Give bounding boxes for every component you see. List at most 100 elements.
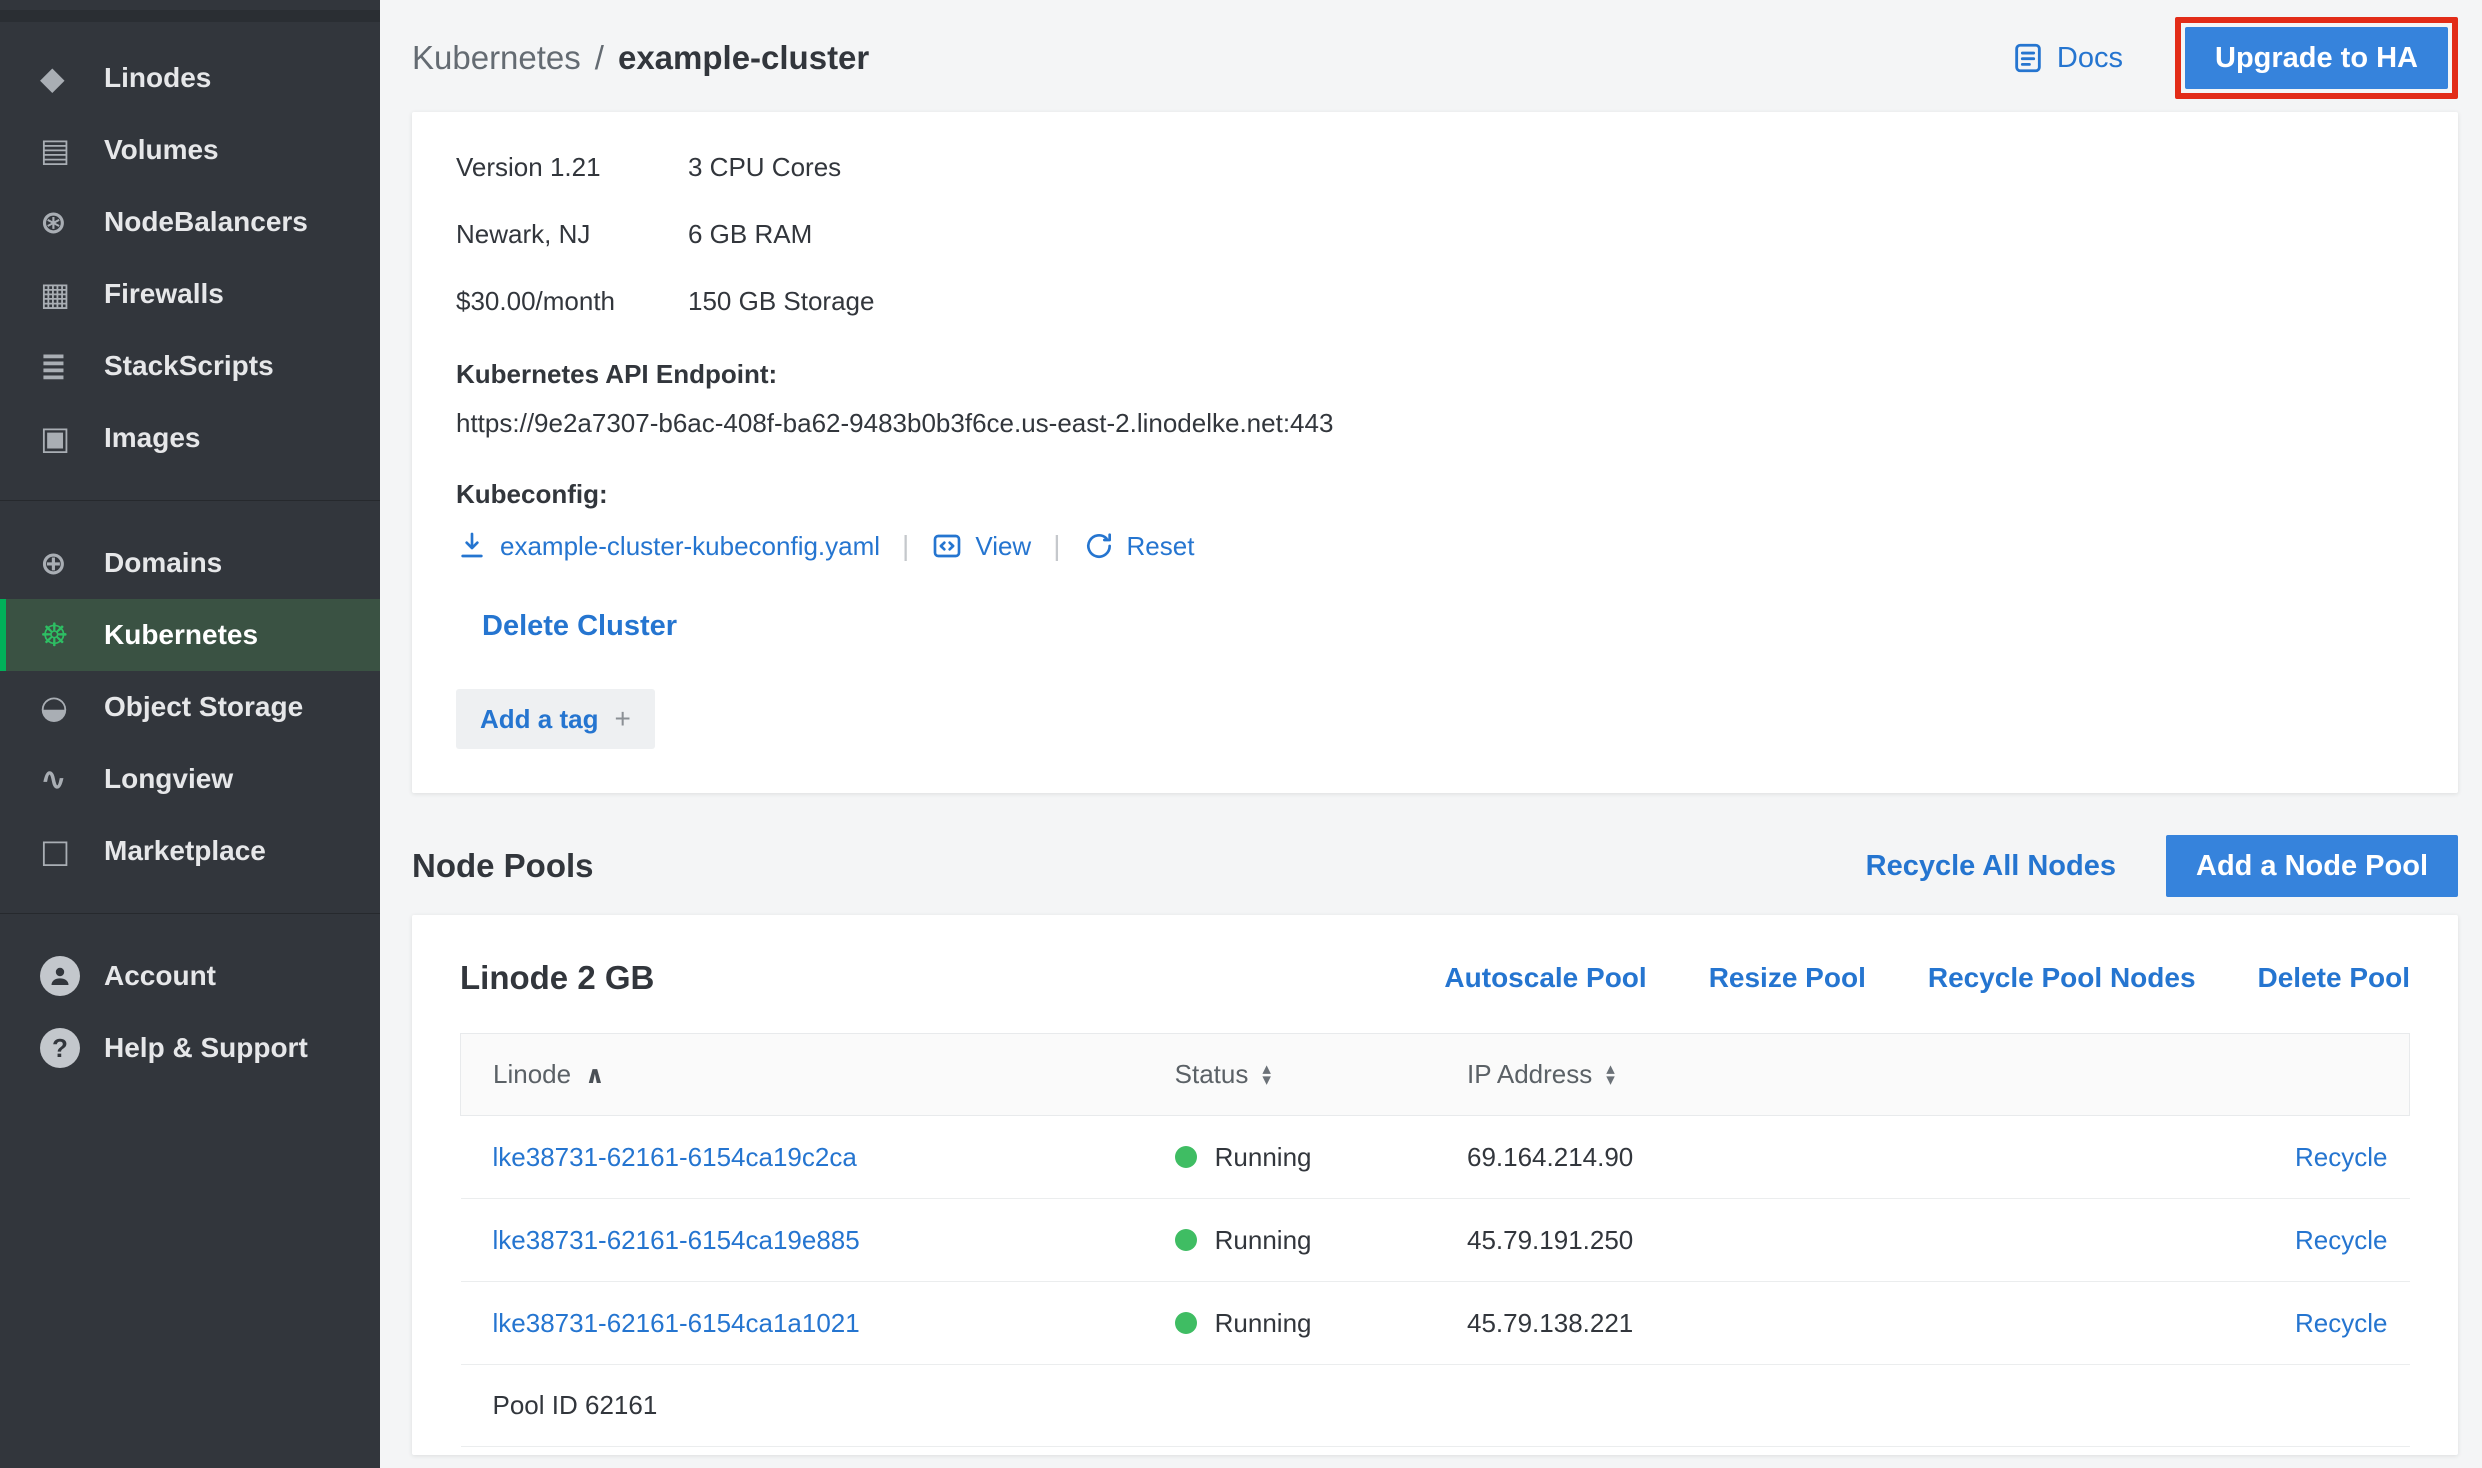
sidebar-divider — [0, 913, 380, 914]
delete-cluster-button[interactable]: Delete Cluster — [482, 610, 677, 643]
reset-icon — [1083, 530, 1115, 562]
pool-title: Linode 2 GB — [460, 959, 654, 997]
sidebar-item-domains[interactable]: ⊕ Domains — [0, 527, 380, 599]
status-label: Running — [1215, 1308, 1312, 1339]
sidebar-item-nodebalancers[interactable]: ⊛ NodeBalancers — [0, 186, 380, 258]
delete-pool-link[interactable]: Delete Pool — [2258, 962, 2410, 994]
sidebar-top-strip — [0, 10, 380, 22]
ip-address: 45.79.191.250 — [1435, 1199, 1922, 1282]
sidebar-item-label: Domains — [104, 547, 222, 579]
status-running-dot — [1175, 1312, 1197, 1334]
kubeconfig-view-link[interactable]: View — [931, 530, 1031, 562]
status-cell: Running — [1175, 1116, 1435, 1198]
status-cell: Running — [1175, 1199, 1435, 1281]
docs-icon — [2011, 41, 2045, 75]
question-icon: ? — [40, 1028, 104, 1068]
node-pools-header: Node Pools Recycle All Nodes Add a Node … — [412, 835, 2458, 897]
sidebar-item-linodes[interactable]: ◆ Linodes — [0, 42, 380, 114]
recycle-all-nodes-link[interactable]: Recycle All Nodes — [1866, 850, 2116, 883]
sidebar-item-label: Longview — [104, 763, 233, 795]
docs-link[interactable]: Docs — [2011, 41, 2123, 75]
table-row: lke38731-62161-6154ca19e885 Running 45.7… — [461, 1199, 2410, 1282]
sidebar-item-firewalls[interactable]: ▦ Firewalls — [0, 258, 380, 330]
header-actions: Docs Upgrade to HA — [2011, 17, 2458, 99]
cluster-specs: Version 1.21 3 CPU Cores Newark, NJ 6 GB… — [456, 152, 2414, 317]
pool-id-row: Pool ID 62161 — [461, 1365, 2410, 1447]
action-divider: | — [902, 530, 909, 562]
sidebar-divider — [0, 500, 380, 501]
sidebar-item-images[interactable]: ▣ Images — [0, 402, 380, 474]
node-pool-card: Linode 2 GB Autoscale Pool Resize Pool R… — [412, 915, 2458, 1455]
api-endpoint-url: https://9e2a7307-b6ac-408f-ba62-9483b0b3… — [456, 408, 2414, 439]
column-header-ip-address[interactable]: IP Address ▴▾ — [1435, 1034, 1922, 1116]
globe-icon: ⊕ — [40, 544, 104, 582]
kubeconfig-filename: example-cluster-kubeconfig.yaml — [500, 531, 880, 562]
sort-both-icon: ▴▾ — [1262, 1064, 1271, 1085]
pool-table: Linode ∧ Status ▴▾ IP Address ▴▾ — [460, 1033, 2410, 1447]
breadcrumb-separator: / — [595, 39, 604, 77]
spec-storage: 150 GB Storage — [688, 286, 2414, 317]
kubeconfig-label: Kubeconfig: — [456, 479, 2414, 510]
breadcrumb-kubernetes-link[interactable]: Kubernetes — [412, 39, 581, 77]
recycle-link[interactable]: Recycle — [2295, 1225, 2387, 1255]
status-running-dot — [1175, 1146, 1197, 1168]
images-icon: ▣ — [40, 419, 104, 457]
reset-label: Reset — [1127, 531, 1195, 562]
kubeconfig-reset-link[interactable]: Reset — [1083, 530, 1195, 562]
sidebar-item-label: Object Storage — [104, 691, 303, 723]
column-header-status[interactable]: Status ▴▾ — [1143, 1034, 1435, 1116]
node-pools-actions: Recycle All Nodes Add a Node Pool — [1866, 835, 2458, 897]
sidebar-item-help-support[interactable]: ? Help & Support — [0, 1012, 380, 1084]
download-icon — [456, 530, 488, 562]
bucket-icon: ◒ — [40, 688, 104, 726]
status-label: Running — [1215, 1142, 1312, 1173]
api-endpoint-label: Kubernetes API Endpoint: — [456, 359, 2414, 390]
sort-ascending-icon: ∧ — [585, 1063, 605, 1087]
kubeconfig-actions: example-cluster-kubeconfig.yaml | View | — [456, 530, 2414, 562]
spec-region: Newark, NJ — [456, 219, 688, 250]
sidebar-item-label: Volumes — [104, 134, 219, 166]
main-content: Kubernetes / example-cluster Docs Upgrad… — [380, 0, 2482, 1468]
recycle-link[interactable]: Recycle — [2295, 1142, 2387, 1172]
add-tag-label: Add a tag — [480, 704, 598, 735]
sidebar-item-longview[interactable]: ∿ Longview — [0, 743, 380, 815]
column-header-actions — [1922, 1034, 2409, 1116]
status-cell: Running — [1175, 1282, 1435, 1364]
add-node-pool-button[interactable]: Add a Node Pool — [2166, 835, 2458, 897]
status-running-dot — [1175, 1229, 1197, 1251]
spec-ram: 6 GB RAM — [688, 219, 2414, 250]
sidebar-item-label: Firewalls — [104, 278, 224, 310]
sidebar-item-marketplace[interactable]: □ Marketplace — [0, 815, 380, 887]
sidebar-item-stackscripts[interactable]: ≣ StackScripts — [0, 330, 380, 402]
marketplace-icon: □ — [40, 832, 104, 870]
linode-link[interactable]: lke38731-62161-6154ca19c2ca — [493, 1142, 857, 1172]
view-label: View — [975, 531, 1031, 562]
add-tag-button[interactable]: Add a tag + — [456, 689, 655, 749]
sidebar-item-account[interactable]: Account — [0, 940, 380, 1012]
upgrade-to-ha-button[interactable]: Upgrade to HA — [2185, 27, 2448, 89]
sidebar-item-kubernetes[interactable]: ☸ Kubernetes — [0, 599, 380, 671]
linode-link[interactable]: lke38731-62161-6154ca1a1021 — [493, 1308, 860, 1338]
resize-pool-link[interactable]: Resize Pool — [1709, 962, 1866, 994]
pool-header: Linode 2 GB Autoscale Pool Resize Pool R… — [460, 959, 2410, 997]
recycle-link[interactable]: Recycle — [2295, 1308, 2387, 1338]
pulse-icon: ∿ — [40, 760, 104, 798]
linode-link[interactable]: lke38731-62161-6154ca19e885 — [493, 1225, 860, 1255]
sidebar-item-label: Account — [104, 960, 216, 992]
plus-icon: + — [614, 703, 630, 735]
autoscale-pool-link[interactable]: Autoscale Pool — [1444, 962, 1646, 994]
sidebar-item-object-storage[interactable]: ◒ Object Storage — [0, 671, 380, 743]
column-label: Linode — [493, 1059, 571, 1090]
recycle-pool-nodes-link[interactable]: Recycle Pool Nodes — [1928, 962, 2196, 994]
sidebar-item-volumes[interactable]: ▤ Volumes — [0, 114, 380, 186]
breadcrumb-current-cluster: example-cluster — [618, 39, 869, 77]
kubeconfig-download-link[interactable]: example-cluster-kubeconfig.yaml — [456, 530, 880, 562]
sidebar-item-label: Help & Support — [104, 1032, 308, 1064]
table-row: lke38731-62161-6154ca19c2ca Running 69.1… — [461, 1116, 2410, 1199]
sort-both-icon: ▴▾ — [1606, 1064, 1615, 1085]
sidebar: ◆ Linodes ▤ Volumes ⊛ NodeBalancers ▦ Fi… — [0, 0, 380, 1468]
pool-action-links: Autoscale Pool Resize Pool Recycle Pool … — [1444, 962, 2410, 994]
page-header: Kubernetes / example-cluster Docs Upgrad… — [412, 16, 2458, 100]
column-header-linode[interactable]: Linode ∧ — [461, 1034, 1143, 1116]
table-header-row: Linode ∧ Status ▴▾ IP Address ▴▾ — [461, 1034, 2410, 1116]
